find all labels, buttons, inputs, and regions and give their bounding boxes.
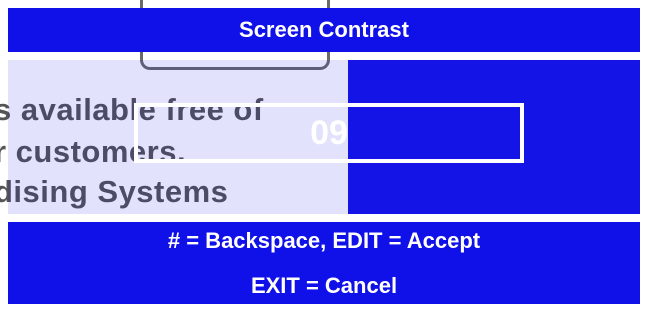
hint-backspace-accept: # = Backspace, EDIT = Accept bbox=[167, 228, 481, 253]
contrast-value: 09 bbox=[310, 113, 348, 152]
contrast-value-field[interactable]: 09 bbox=[134, 103, 524, 163]
hint-cancel: EXIT = Cancel bbox=[250, 273, 398, 298]
page-title: Screen Contrast bbox=[239, 17, 409, 42]
